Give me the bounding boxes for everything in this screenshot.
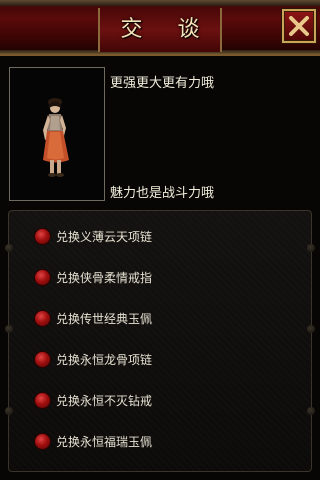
talk-dialog: 交 谈 更强更大更有力哦 魅力也是战斗力哦 兑换义薄云天项链 兑换侠骨柔情戒指 … (0, 0, 320, 480)
panel-stud (5, 325, 13, 333)
options-panel: 兑换义薄云天项链 兑换侠骨柔情戒指 兑换传世经典玉佩 兑换永恒龙骨项链 兑换永恒… (5, 210, 315, 472)
npc-character-portrait (43, 98, 69, 177)
option-label: 兑换永恒龙骨项链 (56, 352, 153, 367)
option-label: 兑换永恒不灭钻戒 (56, 393, 153, 408)
option-label: 兑换永恒福瑞玉佩 (56, 434, 153, 449)
dialog-title: 交 谈 (120, 17, 214, 42)
red-orb-icon (35, 310, 50, 326)
panel-stud (5, 407, 13, 415)
red-orb-icon (35, 269, 50, 285)
option-label: 兑换义薄云天项链 (56, 229, 153, 244)
red-orb-icon (35, 228, 50, 244)
npc-portrait (9, 67, 105, 201)
red-orb-icon (35, 392, 50, 408)
option-exchange-necklace-longgu[interactable]: 兑换永恒龙骨项链 (19, 345, 303, 373)
npc-dialog-line-2: 魅力也是战斗力哦 (110, 186, 215, 201)
option-exchange-jade-furui[interactable]: 兑换永恒福瑞玉佩 (19, 427, 303, 455)
red-orb-icon (35, 351, 50, 367)
option-exchange-ring-xiagu[interactable]: 兑换侠骨柔情戒指 (19, 263, 303, 291)
panel-stud (307, 325, 315, 333)
panel-stud (5, 244, 13, 252)
close-x-icon (289, 16, 309, 36)
option-exchange-necklace-yibo[interactable]: 兑换义薄云天项链 (19, 222, 303, 250)
option-label: 兑换传世经典玉佩 (56, 311, 153, 326)
option-label: 兑换侠骨柔情戒指 (56, 270, 153, 285)
panel-stud (307, 407, 315, 415)
panel-stud (307, 244, 315, 252)
npc-dialog-line-1: 更强更大更有力哦 (110, 76, 215, 91)
option-exchange-diamond-ring[interactable]: 兑换永恒不灭钻戒 (19, 386, 303, 414)
red-orb-icon (35, 433, 50, 449)
option-exchange-jade-chuanshi[interactable]: 兑换传世经典玉佩 (19, 304, 303, 332)
close-button[interactable] (282, 9, 316, 43)
